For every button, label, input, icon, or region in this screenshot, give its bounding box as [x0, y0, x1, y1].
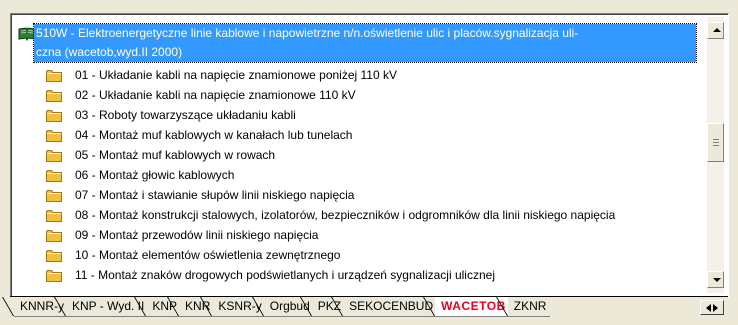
scroll-thumb[interactable] — [707, 123, 724, 162]
folder-icon — [46, 170, 62, 182]
folder-icon — [46, 110, 62, 122]
arrow-right-icon[interactable] — [713, 304, 718, 312]
arrow-up-icon — [713, 28, 721, 32]
catalog-tab-strip: KNNR-y KNP - Wyd. II KNP KNR KSNR-y Orgbud PKZ… — [10, 296, 728, 319]
tab-knp[interactable]: KNP — [146, 297, 182, 317]
tree-node[interactable]: 01 - Układanie kabli na napięcie znamion… — [46, 65, 696, 85]
tree-node[interactable]: 07 - Montaż i stawianie słupów linii nis… — [46, 185, 696, 205]
scroll-down-button[interactable] — [707, 271, 724, 288]
scroll-up-button[interactable] — [707, 22, 724, 39]
folder-icon — [46, 130, 62, 142]
tree-node[interactable]: 11 - Montaż znaków drogowych podświetlan… — [46, 265, 696, 285]
arrow-left-icon[interactable] — [706, 304, 711, 312]
catalog-tree[interactable]: 510W - Elektroenergetyczne linie kablowe… — [14, 17, 704, 293]
folder-icon — [46, 150, 62, 162]
tree-node-label: 07 - Montaż i stawianie słupów linii nis… — [75, 188, 355, 202]
tree-node[interactable]: 06 - Montaż głowic kablowych — [46, 165, 696, 185]
tree-node[interactable]: 05 - Montaż muf kablowych w rowach — [46, 145, 696, 165]
tree-node[interactable]: 09 - Montaż przewodów linii niskiego nap… — [46, 225, 696, 245]
tree-node-label: 02 - Układanie kabli na napięcie znamion… — [75, 88, 356, 102]
vertical-scrollbar[interactable] — [707, 17, 724, 293]
folder-icon — [46, 70, 62, 82]
folder-icon — [46, 270, 62, 282]
tab-zknr[interactable]: ZKNR — [507, 297, 551, 317]
grip-line-icon — [713, 145, 719, 146]
tree-node[interactable]: 02 - Układanie kabli na napięcie znamion… — [46, 85, 696, 105]
folder-icon — [46, 250, 62, 262]
root-label-line-2: czna (wacetob,wyd.II 2000) — [36, 45, 183, 59]
folder-icon — [46, 190, 62, 202]
tree-node[interactable]: 04 - Montaż muf kablowych w kanałach lub… — [46, 125, 696, 145]
tree-node-label: 01 - Układanie kabli na napięcie znamion… — [75, 68, 397, 82]
tree-node-label: 08 - Montaż konstrukcji stalowych, izola… — [75, 208, 616, 222]
tree-node-label: 09 - Montaż przewodów linii niskiego nap… — [75, 228, 319, 242]
folder-icon — [46, 90, 62, 102]
tree-node-label: 06 - Montaż głowic kablowych — [75, 168, 235, 182]
arrow-down-icon — [713, 278, 721, 282]
tree-node[interactable]: 03 - Roboty towarzyszące układaniu kabli — [46, 105, 696, 125]
tree-node-label: 11 - Montaż znaków drogowych podświetlan… — [75, 268, 495, 282]
folder-icon — [46, 210, 62, 222]
tree-node[interactable]: 10 - Montaż elementów oświetlenia zewnęt… — [46, 245, 696, 265]
tab-sekocenbud[interactable]: SEKOCENBUD — [343, 297, 438, 317]
folder-icon — [46, 230, 62, 242]
tree-node-label: 10 - Montaż elementów oświetlenia zewnęt… — [75, 248, 341, 262]
tree-root-label[interactable]: 510W - Elektroenergetyczne linie kablowe… — [33, 23, 697, 63]
grip-line-icon — [713, 142, 719, 143]
tree-node-label: 05 - Montaż muf kablowych w rowach — [75, 148, 276, 162]
root-label-line-1: 510W - Elektroenergetyczne linie kablowe… — [36, 26, 579, 40]
tree-node-label: 04 - Montaż muf kablowych w kanałach lub… — [75, 128, 353, 142]
tab-scroll-buttons[interactable] — [700, 300, 724, 315]
tree-node-label: 03 - Roboty towarzyszące układaniu kabli — [75, 108, 296, 122]
grip-line-icon — [713, 139, 719, 140]
tree-node[interactable]: 08 - Montaż konstrukcji stalowych, izola… — [46, 205, 696, 225]
